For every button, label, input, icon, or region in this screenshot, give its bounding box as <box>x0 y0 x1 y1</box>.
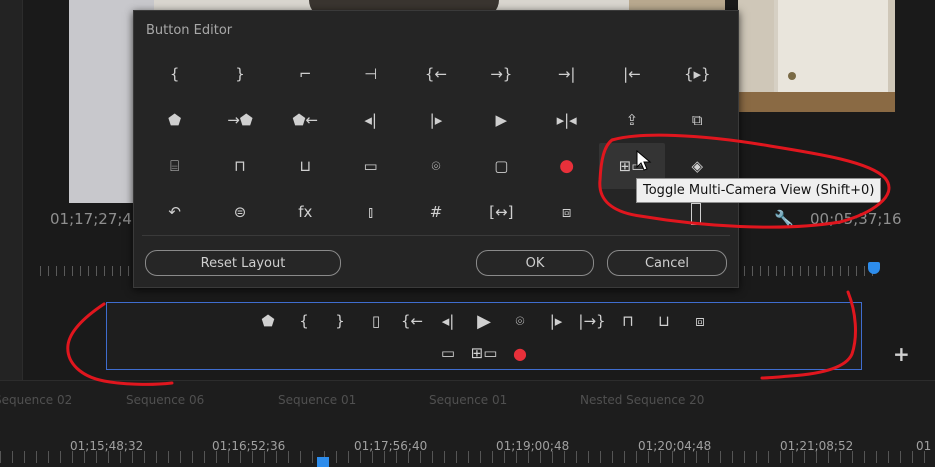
go-to-in-button[interactable]: {← <box>394 309 430 333</box>
timeline-tab[interactable]: Sequence 06 <box>126 393 204 407</box>
add-marker-button[interactable]: ⬟ <box>250 309 286 333</box>
left-panel-edge <box>0 0 23 380</box>
playhead-timecode[interactable]: 01;17;27;4 <box>50 210 132 228</box>
cancel-button[interactable]: Cancel <box>607 250 727 276</box>
safe-margins-button[interactable]: ▭ <box>430 341 466 365</box>
wrench-icon[interactable]: 🔧 <box>774 209 794 228</box>
play-button[interactable]: ▶ <box>469 97 534 143</box>
camera-icon[interactable]: ⌾ <box>502 309 538 333</box>
mark-out-button[interactable]: } <box>207 51 272 97</box>
go-to-out-button[interactable]: |→} <box>574 309 610 333</box>
export-frame-button[interactable]: ⇪ <box>599 97 664 143</box>
step-back-button[interactable]: ◂| <box>430 309 466 333</box>
go-to-in-button[interactable]: {← <box>403 51 468 97</box>
go-to-in-bracket-button[interactable]: ⊣ <box>338 51 403 97</box>
button-bar-row-1: ⬟ { } ▯ {← ◂| ▶ ⌾ |▸ |→} ⊓ ⊔ ⧈ <box>107 309 861 333</box>
record-icon[interactable]: ● <box>502 341 538 365</box>
go-to-next-marker-button[interactable]: →⬟ <box>207 97 272 143</box>
button-editor-plus-button[interactable]: + <box>893 342 910 366</box>
toggle-multi-camera-view-button[interactable]: ⊞▭ <box>466 341 502 365</box>
timeline-tab[interactable]: Sequence 02 <box>0 393 72 407</box>
comment-icon[interactable]: ▢ <box>469 143 534 189</box>
insert-button[interactable]: ⌸ <box>142 143 207 189</box>
button-palette: { } ⌐ ⊣ {← →} →| |← {▸} ⬟ →⬟ ⬟← ◂| |▸ ▶ … <box>142 51 730 235</box>
comparison-view-button[interactable]: ⧈ <box>682 309 718 333</box>
tooltip: Toggle Multi-Camera View (Shift+0) <box>636 178 882 203</box>
video-doorknob <box>788 72 796 80</box>
timeline-tab[interactable]: Sequence 01 <box>429 393 507 407</box>
go-to-previous-edit-button[interactable]: |← <box>599 51 664 97</box>
timeline-ruler[interactable] <box>0 451 935 463</box>
overwrite-button[interactable]: ⊓ <box>207 143 272 189</box>
timeline-tab[interactable]: Nested Sequence 20 <box>580 393 704 407</box>
video-floor <box>738 92 895 112</box>
go-to-previous-marker-button[interactable]: ⬟← <box>273 97 338 143</box>
global-fx-mute-button[interactable]: fx <box>273 189 338 235</box>
camera-icon[interactable]: ⌾ <box>403 143 468 189</box>
duration-timecode: 00;05;37;16 <box>810 210 902 228</box>
mark-in-button[interactable]: { <box>286 309 322 333</box>
mark-out-button[interactable]: } <box>322 309 358 333</box>
restore-cropped-button[interactable]: ↶ <box>142 189 207 235</box>
step-forward-button[interactable]: |▸ <box>538 309 574 333</box>
extract-button[interactable]: ⊔ <box>646 309 682 333</box>
dialog-title: Button Editor <box>146 23 233 38</box>
mark-in-button[interactable]: { <box>142 51 207 97</box>
safe-margins-button[interactable]: ▭ <box>338 143 403 189</box>
mark-clip-button[interactable]: ⌐ <box>273 51 338 97</box>
go-to-out-button[interactable]: →} <box>469 51 534 97</box>
snap-in-program-monitor-button[interactable]: [↔] <box>469 189 534 235</box>
extract-button[interactable]: ⊔ <box>273 143 338 189</box>
timeline-tab[interactable]: Sequence 01 <box>278 393 356 407</box>
ok-button[interactable]: OK <box>476 250 594 276</box>
source-monitor-video <box>738 0 895 112</box>
show-rulers-button[interactable]: ⫾ <box>338 189 403 235</box>
lift-button[interactable]: ⧉ <box>665 97 730 143</box>
play-in-to-out-button[interactable]: {▸} <box>665 51 730 97</box>
timeline-panel: Sequence 02 Sequence 06 Sequence 01 Sequ… <box>0 380 935 467</box>
play-button[interactable]: ▶ <box>466 309 502 333</box>
divider-icon: ▯ <box>371 312 381 330</box>
lift-button[interactable]: ⊓ <box>610 309 646 333</box>
step-forward-button[interactable]: |▸ <box>403 97 468 143</box>
step-back-button[interactable]: ◂| <box>338 97 403 143</box>
button-bar-row-2: ▭ ⊞▭ ● <box>107 341 861 365</box>
vr-video-button[interactable]: ⊜ <box>207 189 272 235</box>
comparison-view-button[interactable]: ⧈ <box>534 189 599 235</box>
add-marker-button[interactable]: ⬟ <box>142 97 207 143</box>
play-around-button[interactable]: ▸|◂ <box>534 97 599 143</box>
button-editor-dialog: Button Editor { } ⌐ ⊣ {← →} →| |← {▸} ⬟ … <box>133 10 739 288</box>
partial-button-icon <box>691 203 701 225</box>
dialog-divider <box>142 235 730 236</box>
go-to-next-edit-button[interactable]: →| <box>534 51 599 97</box>
monitor-playhead-marker[interactable] <box>868 262 880 274</box>
monitor-button-bar: ⬟ { } ▯ {← ◂| ▶ ⌾ |▸ |→} ⊓ ⊔ ⧈ ▭ ⊞▭ ● <box>106 302 862 370</box>
reset-layout-button[interactable]: Reset Layout <box>145 250 341 276</box>
record-icon[interactable]: ● <box>534 143 599 189</box>
mouse-cursor-icon <box>636 150 652 171</box>
show-guides-button[interactable]: # <box>403 189 468 235</box>
